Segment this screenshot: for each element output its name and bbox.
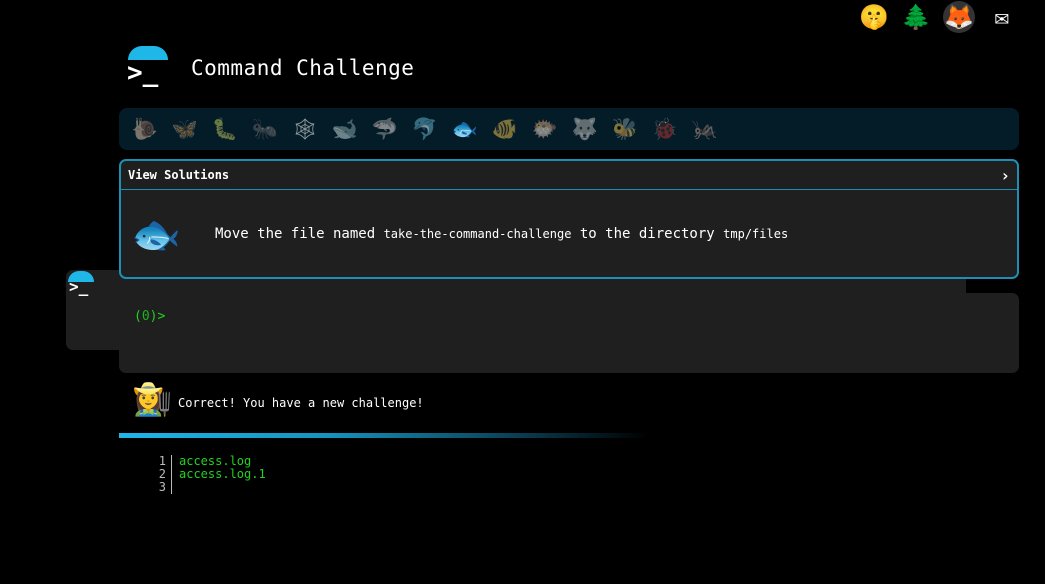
chevron-right-icon: › — [1000, 165, 1010, 185]
caterpillar-icon[interactable]: 🐛 — [205, 112, 245, 146]
tree-icon[interactable]: 🌲 — [901, 2, 931, 32]
line-number: 3 — [150, 481, 172, 494]
view-solutions-toggle[interactable]: View Solutions › — [121, 161, 1017, 190]
view-solutions-label: View Solutions — [128, 168, 230, 182]
ant-icon[interactable]: 🐜 — [245, 112, 285, 146]
page-header: >_ Command Challenge — [125, 46, 414, 90]
terminal-input[interactable]: (0)> — [119, 293, 1019, 373]
challenge-description: Move the file named take-the-command-cha… — [215, 226, 788, 242]
blowfish-icon[interactable]: 🐡 — [525, 112, 565, 146]
top-icons: >_ 🤫 🌲 🦊 ✉ — [0, 0, 1017, 350]
snail-icon[interactable]: 🐌 — [125, 112, 165, 146]
page-title: Command Challenge — [191, 56, 415, 80]
dolphin-icon[interactable]: 🐬 — [405, 112, 445, 146]
challenge-directory: tmp/files — [723, 227, 789, 241]
list-item: 2 access.log.1 — [150, 468, 266, 481]
challenge-text-1: Move the file named — [215, 226, 384, 242]
challenge-progress-bar: 🐌 🦋 🐛 🐜 🕸 🐋 🦈 🐬 🐟 🐠 🐡 🐺 🐝 🐞 🦗 — [119, 108, 1019, 150]
shush-icon[interactable]: 🤫 — [859, 2, 889, 32]
fish-icon[interactable]: 🐟 — [445, 112, 485, 146]
response-text: Correct! You have a new challenge! — [178, 396, 424, 410]
gitlab-icon[interactable]: 🦊 — [943, 1, 975, 33]
whale-icon[interactable]: 🐋 — [325, 112, 365, 146]
divider-bar — [119, 433, 649, 438]
challenge-filename: take-the-command-challenge — [383, 227, 572, 241]
line-value: access.log.1 — [179, 467, 266, 481]
ladybug-icon[interactable]: 🐞 — [645, 112, 685, 146]
line-value — [172, 481, 179, 494]
spider-web-icon[interactable]: 🕸 — [285, 112, 325, 146]
wolf-icon[interactable]: 🐺 — [565, 112, 605, 146]
list-item: 3 — [150, 481, 266, 494]
tropical-fish-icon[interactable]: 🐠 — [485, 112, 525, 146]
prompt-close: )> — [149, 309, 166, 324]
challenge-body: 🐟 Move the file named take-the-command-c… — [121, 190, 1017, 278]
farmer-avatar-icon: 👩‍🌾 — [132, 380, 172, 418]
shark-icon[interactable]: 🦈 — [365, 112, 405, 146]
logo-prompt: >_ — [127, 58, 159, 88]
worm-icon[interactable]: 🦗 — [685, 112, 725, 146]
mail-icon[interactable]: ✉ — [987, 2, 1017, 32]
challenge-panel: View Solutions › 🐟 Move the file named t… — [119, 159, 1019, 279]
output-listing: 1 access.log 2 access.log.1 3 — [150, 455, 266, 494]
terminal-prompt: (0)> — [134, 309, 165, 324]
logo-icon[interactable]: >_ — [125, 46, 171, 90]
butterfly-icon[interactable]: 🦋 — [165, 112, 205, 146]
prompt-open: ( — [134, 309, 142, 324]
prompt-exit-code: 0 — [141, 309, 150, 324]
challenge-text-2: to the directory — [571, 226, 724, 242]
fish-icon: 🐟 — [131, 211, 181, 258]
bee-icon[interactable]: 🐝 — [605, 112, 645, 146]
response-message: 👩‍🌾 Correct! You have a new challenge! — [132, 380, 424, 418]
